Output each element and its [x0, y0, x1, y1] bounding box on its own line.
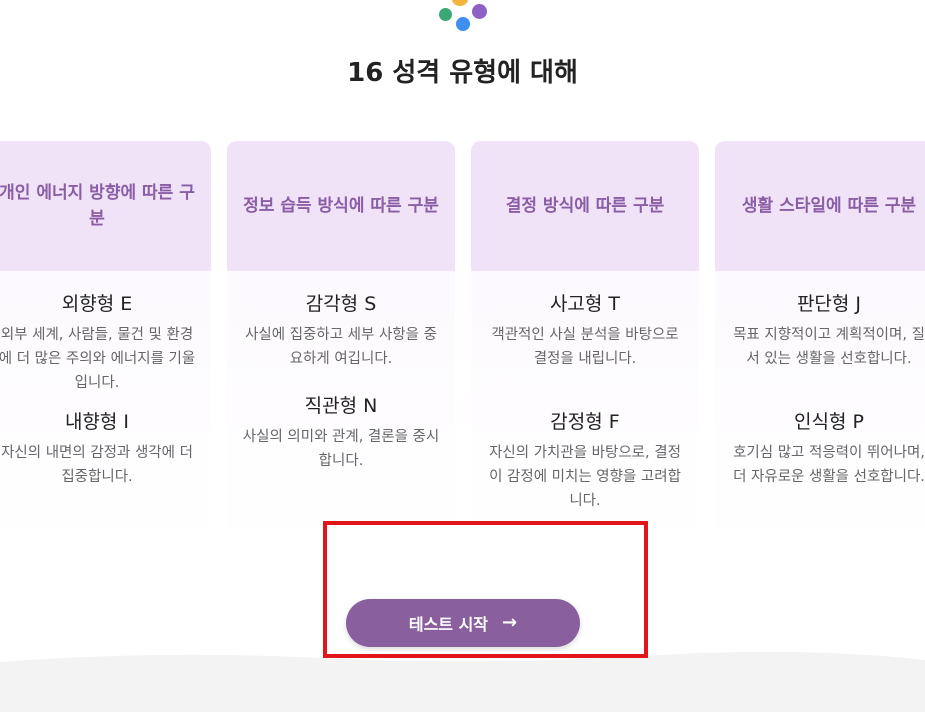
start-test-label: 테스트 시작	[408, 615, 489, 634]
type-name: 외향형 E	[61, 293, 133, 315]
arrow-right-icon: →	[502, 612, 518, 633]
type-introvert: 내향형 I 자신의 내면의 감정과 생각에 더 집중합니다.	[0, 409, 199, 489]
type-sensing: 감각형 S 사실에 집중하고 세부 사항을 중요하게 여깁니다.	[239, 291, 443, 371]
type-perceiving: 인식형 P 호기심 많고 적응력이 뛰어나며, 더 자유로운 생활을 선호합니다…	[727, 409, 925, 489]
type-description: 호기심 많고 적응력이 뛰어나며, 더 자유로운 생활을 선호합니다.	[733, 445, 925, 485]
purple-dot-icon	[472, 4, 487, 19]
page-title: 16 성격 유형에 대해	[347, 58, 578, 88]
card-decision-making: 결정 방식에 따른 구분 사고형 T 객관적인 사실 분석을 바탕으로 결정을 …	[471, 141, 699, 551]
type-extravert: 외향형 E 외부 세계, 사람들, 물건 및 환경에 더 많은 주의와 에너지를…	[0, 291, 199, 395]
type-judging: 판단형 J 목표 지향적이고 계획적이며, 질서 있는 생활을 선호합니다.	[727, 291, 925, 371]
start-test-button[interactable]: 테스트 시작 →	[346, 599, 580, 647]
card-lifestyle: 생활 스타일에 따른 구분 판단형 J 목표 지향적이고 계획적이며, 질서 있…	[715, 141, 925, 551]
brand-logo-dots	[436, 0, 490, 32]
card-information-gathering: 정보 습득 방식에 따른 구분 감각형 S 사실에 집중하고 세부 사항을 중요…	[227, 141, 455, 551]
type-description: 사실에 집중하고 세부 사항을 중요하게 여깁니다.	[245, 327, 437, 367]
card-heading: 정보 습득 방식에 따른 구분	[227, 141, 455, 271]
bottom-wave-divider	[0, 651, 925, 712]
card-heading: 생활 스타일에 따른 구분	[715, 141, 925, 271]
card-heading: 결정 방식에 따른 구분	[471, 141, 699, 271]
card-heading: 개인 에너지 방향에 따른 구분	[0, 141, 211, 271]
type-name: 사고형 T	[549, 293, 621, 315]
type-description: 자신의 가치관을 바탕으로, 결정이 감정에 미치는 영향을 고려합니다.	[489, 445, 681, 509]
type-description: 사실의 의미와 관계, 결론을 중시합니다.	[242, 429, 440, 469]
type-name: 직관형 N	[304, 395, 378, 417]
type-thinking: 사고형 T 객관적인 사실 분석을 바탕으로 결정을 내립니다.	[483, 291, 687, 371]
type-intuition: 직관형 N 사실의 의미와 관계, 결론을 중시합니다.	[239, 393, 443, 473]
type-name: 감정형 F	[550, 411, 620, 433]
type-name: 내향형 I	[64, 411, 130, 433]
type-description: 자신의 내면의 감정과 생각에 더 집중합니다.	[1, 445, 193, 485]
type-description: 외부 세계, 사람들, 물건 및 환경에 더 많은 주의와 에너지를 기울입니다…	[0, 327, 196, 391]
type-description: 객관적인 사실 분석을 바탕으로 결정을 내립니다.	[491, 327, 679, 367]
type-description: 목표 지향적이고 계획적이며, 질서 있는 생활을 선호합니다.	[733, 327, 925, 367]
type-name: 판단형 J	[796, 293, 862, 315]
type-name: 인식형 P	[794, 411, 864, 433]
yellow-dot-icon	[452, 0, 468, 6]
type-name: 감각형 S	[305, 293, 377, 315]
type-feeling: 감정형 F 자신의 가치관을 바탕으로, 결정이 감정에 미치는 영향을 고려합…	[483, 409, 687, 513]
green-dot-icon	[439, 8, 452, 21]
blue-dot-icon	[456, 17, 470, 31]
card-energy-direction: 개인 에너지 방향에 따른 구분 외향형 E 외부 세계, 사람들, 물건 및 …	[0, 141, 211, 551]
